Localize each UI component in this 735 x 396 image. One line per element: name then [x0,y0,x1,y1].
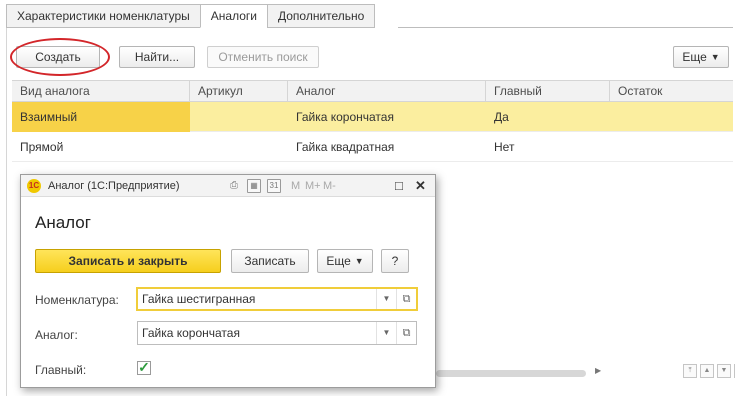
print-icon[interactable]: ⎙ [227,179,241,193]
cell-analog[interactable]: Гайка корончатая [288,102,486,132]
tab-bar: Характеристики номенклатуры Аналоги Допо… [6,4,376,28]
main-checkbox[interactable]: ✓ [137,359,151,375]
dialog-heading: Аналог [35,213,91,232]
checkmark-icon: ✓ [138,359,150,375]
dropdown-icon[interactable]: ▼ [376,289,396,309]
memory-m-minus-button: M- [323,180,336,192]
find-button[interactable]: Найти... [119,46,195,68]
cell-main[interactable]: Нет [486,132,610,162]
chevron-down-icon: ▼ [354,256,364,266]
cell-kind[interactable]: Прямой [12,132,190,162]
table-scroll-buttons: ⤒ ▲ ▼ ⤓ [683,364,735,378]
highlight-oval [10,38,110,76]
analogs-table: Вид аналога Артикул Аналог Главный Остат… [12,80,733,162]
more-button[interactable]: Еще ▼ [673,46,729,68]
nomenclature-field[interactable]: Гайка шестигранная ▼ ⧉ [136,287,418,311]
nomenclature-label: Номенклатура: [35,293,119,307]
analog-field[interactable]: Гайка корончатая ▼ ⧉ [137,321,417,345]
memory-m-button: M [291,180,301,192]
tab-characteristics[interactable]: Характеристики номенклатуры [6,4,201,28]
tabs-divider [398,27,733,28]
calculator-icon[interactable]: ▦ [247,179,261,193]
cell-main[interactable]: Да [486,102,610,132]
dialog-more-button[interactable]: Еще ▼ [317,249,373,273]
scroll-up-icon[interactable]: ▲ [700,364,714,378]
cancel-search-button: Отменить поиск [207,46,319,68]
analog-label: Аналог: [35,328,78,342]
tab-additional[interactable]: Дополнительно [266,4,376,28]
table-header: Вид аналога Артикул Аналог Главный Остат… [12,80,733,102]
app-logo-icon: 1С [27,179,41,193]
open-icon[interactable]: ⧉ [396,322,416,344]
tab-analogs[interactable]: Аналоги [199,4,268,28]
dialog-more-label: Еще [326,254,351,268]
more-button-label: Еще [682,50,707,64]
cell-kind[interactable]: Взаимный [12,102,190,132]
dialog-titlebar: 1С Аналог (1С:Предприятие) ⎙ ▦ 31 M M+ M… [21,175,435,197]
dialog-window-title: Аналог (1С:Предприятие) [48,180,180,192]
scroll-down-icon[interactable]: ▼ [717,364,731,378]
save-button[interactable]: Записать [231,249,309,273]
cell-article[interactable] [190,132,288,162]
column-header-analog[interactable]: Аналог [288,81,486,102]
column-header-stock[interactable]: Остаток [610,81,733,102]
cell-article[interactable] [190,102,288,132]
save-and-close-button[interactable]: Записать и закрыть [35,249,221,273]
table-row[interactable]: Взаимный Гайка корончатая Да [12,102,733,132]
column-header-kind[interactable]: Вид аналога [12,81,190,102]
cell-stock[interactable] [610,102,733,132]
column-header-article[interactable]: Артикул [190,81,288,102]
cell-analog[interactable]: Гайка квадратная [288,132,486,162]
open-icon[interactable]: ⧉ [396,289,416,309]
calendar-icon[interactable]: 31 [267,179,281,193]
table-row[interactable]: Прямой Гайка квадратная Нет [12,132,733,162]
dropdown-icon[interactable]: ▼ [376,322,396,344]
scroll-right-icon[interactable]: ▶ [595,366,601,375]
horizontal-scrollbar[interactable] [436,370,586,377]
analog-value: Гайка корончатая [142,326,240,340]
maximize-icon[interactable]: □ [395,175,403,197]
close-icon[interactable]: ✕ [415,175,426,197]
memory-m-plus-button: M+ [305,180,321,192]
cell-stock[interactable] [610,132,733,162]
column-header-main[interactable]: Главный [486,81,610,102]
help-button[interactable]: ? [381,249,409,273]
main-label: Главный: [35,363,87,377]
nomenclature-value: Гайка шестигранная [142,292,256,306]
chevron-down-icon: ▼ [710,52,720,62]
analog-dialog: 1С Аналог (1С:Предприятие) ⎙ ▦ 31 M M+ M… [20,174,436,388]
scroll-top-icon[interactable]: ⤒ [683,364,697,378]
